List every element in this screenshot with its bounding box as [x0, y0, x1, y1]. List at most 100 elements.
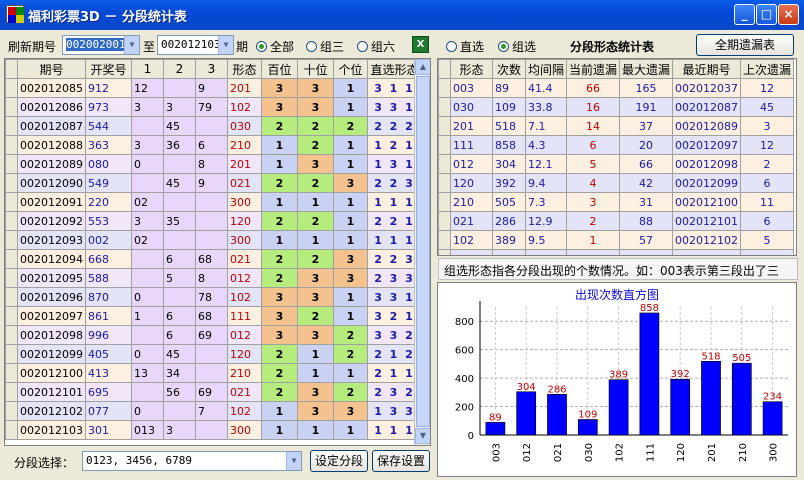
table-cell: 021 — [227, 173, 262, 193]
radio-zuxuan[interactable]: 组选 — [498, 38, 536, 55]
col-header[interactable]: 形态 — [227, 59, 262, 79]
table-cell — [163, 154, 196, 174]
table-row[interactable]: 120 392 9.4 4 42 002012099 6 — [438, 173, 795, 193]
table-cell: 3 — [261, 306, 298, 326]
table-row[interactable]: 002012087 544 45 030 2 2 2 2 2 2 — [5, 116, 422, 136]
table-cell: 6 — [195, 135, 228, 155]
close-button[interactable]: × — [778, 4, 799, 25]
col-header[interactable]: 上次遗漏 — [740, 59, 795, 79]
table-cell: 41.4 — [524, 78, 568, 98]
table-row[interactable]: 002012101 695 56 69 021 2 3 2 2 3 2 — [5, 382, 422, 402]
table-cell: 002012101 — [672, 211, 742, 231]
table-cell: 3 — [297, 154, 334, 174]
table-row[interactable]: 30023415.701040020121039 — [438, 249, 795, 255]
table-cell: 6 — [740, 211, 795, 231]
table-row[interactable]: 002012091 220 02 300 1 1 1 1 1 1 — [5, 192, 422, 212]
set-segment-button[interactable]: 设定分段 — [310, 450, 368, 472]
maximize-button[interactable]: □ — [756, 4, 777, 25]
table-row[interactable]: 111 858 4.3 6 20 002012097 12 — [438, 135, 795, 155]
table-cell: 1 — [131, 306, 164, 326]
save-settings-button[interactable]: 保存设置 — [372, 450, 430, 472]
table-cell: 0 — [131, 287, 164, 307]
data-label: 109 — [578, 409, 597, 420]
chevron-down-icon[interactable]: ▼ — [286, 452, 301, 470]
table-row[interactable]: 002012097 861 1 6 68 111 3 2 1 3 2 1 — [5, 306, 422, 326]
col-header[interactable]: 形态 — [450, 59, 493, 79]
table-row[interactable]: 002012099 405 0 45 120 2 1 2 2 1 2 — [5, 344, 422, 364]
table-row[interactable]: 201 518 7.1 14 37 002012089 3 — [438, 116, 795, 136]
row-header-cell — [438, 154, 451, 174]
table-cell: 1 — [261, 135, 298, 155]
from-period-select[interactable]: 002002001 ▼ — [62, 35, 140, 55]
col-header[interactable]: 当前遗漏 — [566, 59, 621, 79]
radio-zu6[interactable]: 组六 — [357, 38, 395, 55]
table-row[interactable]: 002012103 301 013 3 300 1 1 1 1 1 1 — [5, 420, 422, 440]
scroll-up-icon[interactable]: ▲ — [415, 59, 430, 75]
table-cell: 077 — [85, 401, 132, 421]
table-cell: 002012091 — [17, 192, 86, 212]
table-row[interactable]: 002012089 080 0 8 201 1 3 1 1 3 1 — [5, 154, 422, 174]
table-cell: 1 — [333, 154, 368, 174]
table-cell: 002012092 — [17, 211, 86, 231]
table-cell — [131, 173, 164, 193]
table-cell: 3 — [131, 97, 164, 117]
table-row[interactable]: 002012085 912 12 9 201 3 3 1 3 1 1 — [5, 78, 422, 98]
row-header-cell — [5, 173, 18, 193]
table-cell: 3 — [131, 135, 164, 155]
col-header[interactable]: 3 — [195, 59, 228, 79]
table-row[interactable]: 102 389 9.5 1 57 002012102 5 — [438, 230, 795, 250]
table-row[interactable]: 002012092 553 3 35 120 2 2 1 2 2 1 — [5, 211, 422, 231]
col-header[interactable]: 均间隔 — [524, 59, 568, 79]
chevron-down-icon[interactable]: ▼ — [218, 36, 233, 54]
row-header-cell — [5, 325, 18, 345]
table-row[interactable]: 002012098 996 6 69 012 3 3 2 3 3 2 — [5, 325, 422, 345]
table-row[interactable]: 002012093 002 02 300 1 1 1 1 1 1 — [5, 230, 422, 250]
col-header[interactable]: 次数 — [492, 59, 526, 79]
table-row[interactable]: 002012090 549 45 9 021 2 2 3 2 2 3 — [5, 173, 422, 193]
segment-select[interactable]: 0123, 3456, 6789 ▼ — [82, 451, 302, 471]
vertical-scrollbar[interactable]: ▲ ▼ — [414, 59, 430, 445]
table-row[interactable]: 021 286 12.9 2 88 002012101 6 — [438, 211, 795, 231]
col-header[interactable]: 1 — [131, 59, 164, 79]
minimize-button[interactable]: _ — [734, 4, 755, 25]
table-cell — [163, 230, 196, 250]
table-cell: 1 — [297, 363, 334, 383]
chevron-down-icon[interactable]: ▼ — [124, 36, 139, 54]
col-header[interactable]: 开奖号 — [85, 59, 132, 79]
row-header-cell — [5, 135, 18, 155]
table-row[interactable]: 002012086 973 3 3 79 102 3 3 1 3 3 1 — [5, 97, 422, 117]
col-header[interactable]: 期号 — [17, 59, 86, 79]
radio-all[interactable]: 全部 — [256, 38, 294, 55]
col-header[interactable]: 个位 — [333, 59, 368, 79]
col-header[interactable]: 百位 — [261, 59, 298, 79]
col-header[interactable]: 最大遗漏 — [619, 59, 674, 79]
scroll-thumb[interactable] — [416, 76, 430, 427]
table-row[interactable]: 002012102 077 0 7 102 1 3 3 1 3 3 — [5, 401, 422, 421]
table-cell: 2 — [261, 173, 298, 193]
table-row[interactable]: 210 505 7.3 3 31 002012100 11 — [438, 192, 795, 212]
scroll-down-icon[interactable]: ▼ — [415, 428, 430, 444]
x-tick-label: 102 — [615, 443, 626, 462]
table-row[interactable]: 030 109 33.8 16 191 002012087 45 — [438, 97, 795, 117]
table-row[interactable]: 003 89 41.4 66 165 002012037 12 — [438, 78, 795, 98]
radio-zhixuan[interactable]: 直选 — [446, 38, 484, 55]
full-omission-button[interactable]: 全期遗漏表 — [696, 34, 794, 56]
table-row[interactable]: 002012088 363 3 36 6 210 1 2 1 1 2 1 — [5, 135, 422, 155]
col-header[interactable]: 最近期号 — [672, 59, 742, 79]
table-row[interactable]: 002012100 413 13 34 210 2 1 1 2 1 1 — [5, 363, 422, 383]
excel-export-icon[interactable]: X — [412, 36, 429, 53]
table-row[interactable]: 012 304 12.1 5 66 002012098 2 — [438, 154, 795, 174]
to-period-select[interactable]: 002012103 ▼ — [157, 35, 234, 55]
table-cell: 3 — [297, 97, 334, 117]
table-row[interactable]: 002012096 870 0 78 102 3 3 1 3 3 1 — [5, 287, 422, 307]
col-header[interactable]: 2 — [163, 59, 196, 79]
table-row[interactable]: 002012095 588 5 8 012 2 3 3 2 3 3 — [5, 268, 422, 288]
table-cell: 3 — [333, 249, 368, 269]
table-cell: 120 — [450, 173, 493, 193]
table-cell: 013 — [131, 420, 164, 440]
col-header[interactable]: 十位 — [297, 59, 334, 79]
table-row[interactable]: 002012094 668 6 68 021 2 2 3 2 2 3 — [5, 249, 422, 269]
radio-zu3[interactable]: 组三 — [306, 38, 344, 55]
table-cell: 2 — [297, 211, 334, 231]
table-cell: 1 — [333, 97, 368, 117]
